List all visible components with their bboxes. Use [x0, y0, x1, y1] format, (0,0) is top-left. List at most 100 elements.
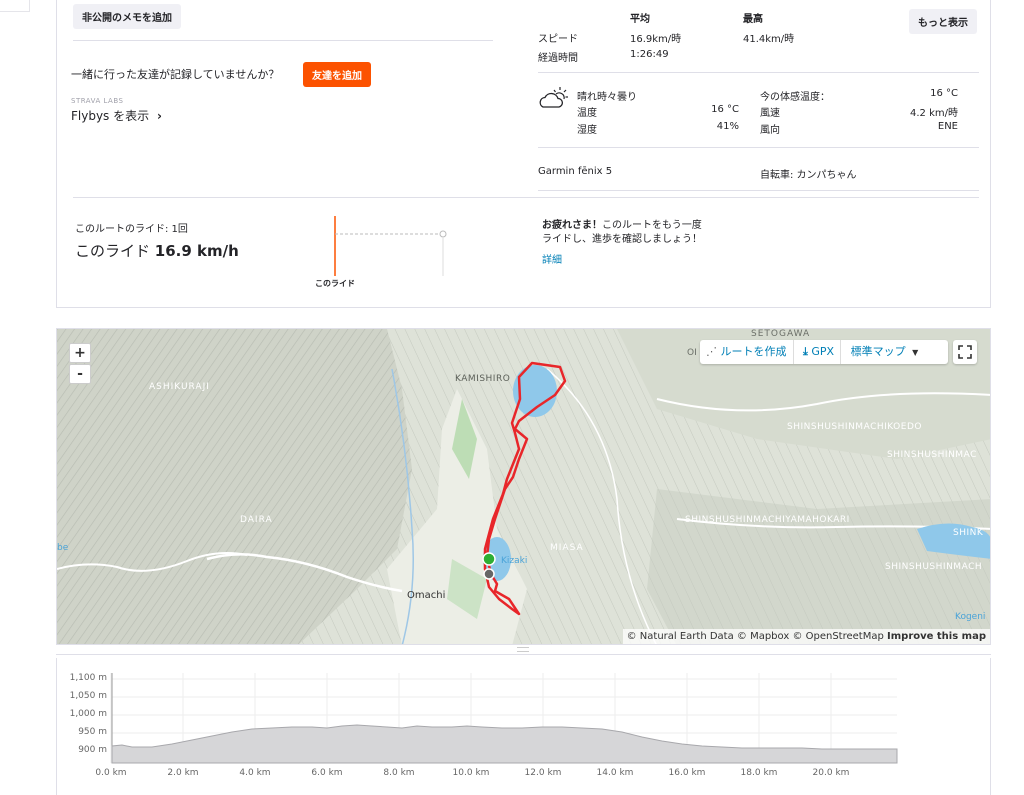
attribution-text: © Natural Earth Data © Mapbox © OpenStre… — [626, 631, 884, 642]
stats-header-avg: 平均 — [630, 14, 650, 25]
x-tick: 14.0 km — [596, 768, 634, 778]
congrats-bold: お疲れさま！ — [542, 220, 602, 231]
route-rides-count: このルートのライド: 1回 — [75, 224, 188, 235]
show-more-button[interactable]: もっと表示 — [909, 9, 977, 34]
caret-down-icon: ▼ — [912, 348, 919, 357]
partly-cloudy-icon — [537, 86, 569, 112]
wind-speed-value: 4.2 km/時 — [910, 108, 958, 119]
bike-name: 自転車: カンパちゃん — [760, 170, 857, 181]
humidity-value: 41% — [716, 121, 739, 132]
congrats-text-2: ライドし、進歩を確認しましょう！ — [542, 234, 702, 245]
x-tick: 18.0 km — [740, 768, 778, 778]
this-ride-speed-value: 16.9 km/h — [154, 242, 239, 260]
create-route-button[interactable]: ⋰ ルートを作成 — [706, 340, 794, 364]
place-yamahokari: SHINSHUSHINMACHIYAMAHOKARI — [685, 515, 850, 525]
place-kamishiro: KAMISHIRO — [455, 374, 511, 384]
temp-value: 16 °C — [711, 104, 739, 115]
y-tick: 1,000 m — [69, 709, 107, 719]
details-link[interactable]: 詳細 — [542, 251, 562, 266]
x-tick: 2.0 km — [167, 768, 199, 778]
gpx-label: GPX — [811, 345, 835, 358]
place-shinmach: SHINSHUSHINMACH — [885, 562, 983, 572]
fullscreen-button[interactable] — [953, 340, 977, 364]
place-daira: DAIRA — [240, 515, 273, 525]
friends-prompt: 一緒に行った友達が記録していませんか？ — [71, 68, 280, 81]
download-icon: ⤓ — [803, 345, 808, 358]
this-ride-chart-label: このライド — [315, 279, 355, 288]
x-tick: 16.0 km — [668, 768, 706, 778]
place-shinmachikoedo: SHINSHUSHINMACHIKOEDO — [787, 422, 922, 432]
humidity-label: 湿度 — [577, 125, 597, 136]
y-tick: 950 m — [78, 727, 107, 737]
y-tick: 900 m — [78, 745, 107, 755]
fullscreen-icon — [958, 345, 972, 359]
this-ride-speed: このライド 16.9 km/h — [75, 240, 239, 261]
speed-avg: 16.9km/時 — [630, 34, 682, 45]
place-setogawa: SETOGAWA — [751, 329, 811, 339]
congrats-message: お疲れさま！このルートをもう一度 ライドし、進歩を確認しましょう！ — [542, 219, 702, 247]
route-icon: ⋰ — [706, 345, 717, 358]
zoom-in-button[interactable]: + — [69, 343, 91, 363]
place-omachi: Omachi — [407, 590, 446, 601]
resize-handle[interactable] — [517, 647, 529, 652]
map-terrain — [57, 329, 990, 644]
congrats-text-1: このルートをもう一度 — [602, 220, 702, 231]
create-route-label: ルートを作成 — [720, 345, 787, 358]
place-miasa: MIASA — [550, 543, 584, 553]
left-edge-box — [0, 0, 30, 12]
wind-dir-value: ENE — [937, 121, 958, 132]
y-tick: 1,050 m — [69, 691, 107, 701]
place-shink: SHINK — [953, 528, 984, 538]
elevation-chart: 1,100 m 1,050 m 1,000 m 950 m 900 m 0.0 … — [56, 658, 991, 795]
stats-header-max: 最高 — [743, 14, 763, 25]
improve-map-link[interactable]: Improve this map — [887, 631, 986, 642]
x-tick: 12.0 km — [524, 768, 562, 778]
divider — [56, 654, 991, 655]
divider — [73, 40, 493, 41]
map-type-label: 標準マップ — [850, 345, 906, 358]
route-comparison-chart — [311, 212, 471, 278]
divider — [538, 72, 979, 73]
place-be: be — [57, 543, 69, 553]
speed-label: スピード — [538, 34, 578, 45]
elapsed-label: 経過時間 — [538, 53, 578, 64]
map-type-select[interactable]: 標準マップ ▼ — [845, 340, 919, 365]
x-tick: 20.0 km — [812, 768, 850, 778]
flybys-label: Flybys を表示 — [71, 109, 150, 123]
map-toolbar: ⋰ ルートを作成 ⤓ GPX 標準マップ ▼ — [700, 340, 948, 364]
place-kogeni: Kogeni — [955, 612, 986, 622]
divider — [538, 190, 979, 191]
wind-speed-label: 風速 — [760, 108, 780, 119]
divider — [538, 147, 979, 148]
x-tick: 10.0 km — [452, 768, 490, 778]
y-tick: 1,100 m — [69, 673, 107, 683]
x-tick: 6.0 km — [311, 768, 343, 778]
zoom-out-button[interactable]: - — [69, 364, 91, 384]
place-oi: OI — [687, 348, 697, 358]
activity-summary-card: 非公開のメモを追加 一緒に行った友達が記録していませんか？ 友達を追加 STRA… — [56, 0, 991, 308]
x-tick: 0.0 km — [95, 768, 127, 778]
feels-label: 今の体感温度： — [760, 92, 830, 103]
divider — [73, 197, 979, 198]
place-kizaki: Kizaki — [501, 556, 528, 566]
device-name: Garmin fēnix 5 — [538, 166, 613, 177]
strava-labs-label: STRAVA LABS — [71, 97, 124, 105]
feels-value: 16 °C — [930, 88, 958, 99]
weather-condition: 晴れ時々曇り — [577, 92, 637, 103]
x-tick: 8.0 km — [383, 768, 415, 778]
wind-dir-label: 風向 — [760, 125, 780, 136]
map-attribution: © Natural Earth Data © Mapbox © OpenStre… — [622, 629, 990, 644]
gpx-button[interactable]: ⤓ GPX — [797, 340, 842, 364]
speed-max: 41.4km/時 — [743, 34, 795, 45]
this-ride-prefix: このライド — [75, 242, 155, 260]
flybys-link[interactable]: Flybys を表示 › — [71, 107, 162, 124]
place-ashikuraji: ASHIKURAJI — [149, 382, 210, 392]
x-tick: 4.0 km — [239, 768, 271, 778]
elapsed-value: 1:26:49 — [630, 49, 669, 60]
temp-label: 温度 — [577, 108, 597, 119]
add-friends-button[interactable]: 友達を追加 — [303, 62, 371, 87]
add-private-note-button[interactable]: 非公開のメモを追加 — [73, 4, 181, 29]
activity-map[interactable]: + - SETOGAWA OI KAMISHIRO ASHIKURAJI SHI… — [56, 328, 991, 645]
place-shinmac: SHINSHUSHINMAC — [887, 450, 977, 460]
chevron-right-icon: › — [156, 109, 162, 123]
